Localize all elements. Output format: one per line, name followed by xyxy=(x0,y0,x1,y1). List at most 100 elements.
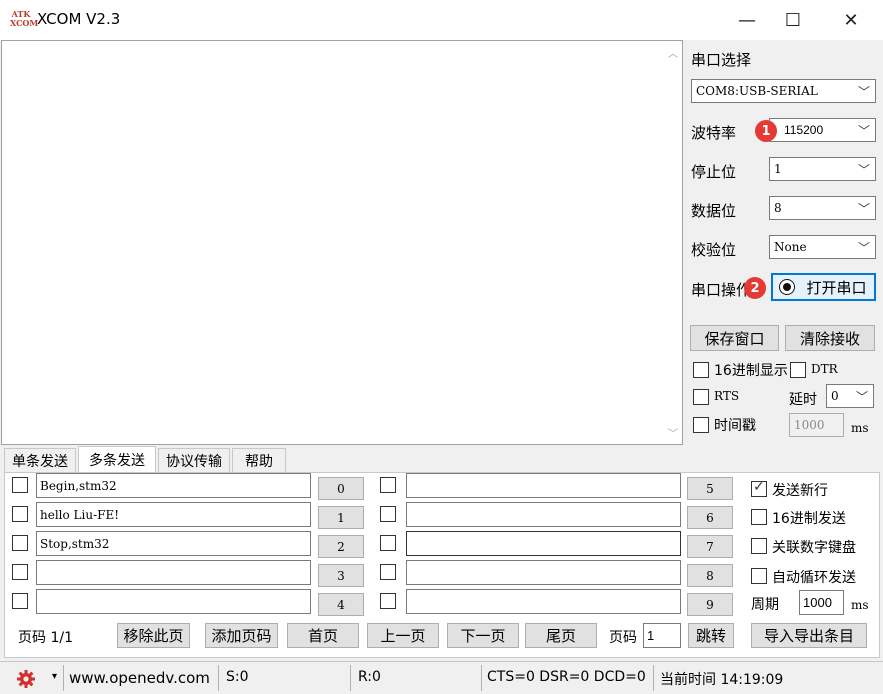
send-row-button[interactable]: 7 xyxy=(687,535,733,558)
save-window-button[interactable]: 保存窗口 xyxy=(690,325,779,351)
page-number-input[interactable]: 1 xyxy=(643,623,681,648)
scroll-up-icon[interactable]: ︿ xyxy=(668,45,678,60)
data-bits-select[interactable]: 8 ﹀ xyxy=(769,196,876,220)
send-row-checkbox[interactable] xyxy=(12,564,28,580)
settings-gear-icon[interactable] xyxy=(16,669,36,689)
send-row-checkbox[interactable] xyxy=(380,535,396,551)
send-row-button[interactable]: 2 xyxy=(318,535,364,558)
send-row-input[interactable] xyxy=(406,502,681,527)
send-row-checkbox[interactable] xyxy=(12,477,28,493)
send-row-button[interactable]: 9 xyxy=(687,593,733,616)
timestamp-checkbox[interactable] xyxy=(693,417,709,433)
tab-protocol[interactable]: 协议传输 xyxy=(158,448,230,472)
send-row-checkbox[interactable] xyxy=(380,564,396,580)
port-select-value: COM8:USB-SERIAL xyxy=(696,84,818,98)
website-link[interactable]: www.openedv.com xyxy=(69,669,210,687)
link-keyboard-checkbox[interactable] xyxy=(751,538,767,554)
jump-label: 跳转 xyxy=(695,627,726,645)
maximize-icon: ☐ xyxy=(784,9,802,31)
close-button[interactable]: ✕ xyxy=(828,0,874,40)
clear-receive-button[interactable]: 清除接收 xyxy=(785,325,875,351)
line-status: CTS=0 DSR=0 DCD=0 xyxy=(487,669,646,685)
send-row-checkbox[interactable] xyxy=(380,506,396,522)
page-number-label: 页码 xyxy=(609,630,637,646)
scroll-down-icon[interactable]: ﹀ xyxy=(668,425,678,440)
dtr-checkbox[interactable] xyxy=(790,362,806,378)
open-port-button[interactable]: 打开串口 xyxy=(771,273,876,301)
add-page-button[interactable]: 添加页码 xyxy=(205,623,278,648)
tab-single-send-label: 单条发送 xyxy=(12,453,68,470)
tab-protocol-label: 协议传输 xyxy=(166,453,222,470)
remove-page-button[interactable]: 移除此页 xyxy=(117,623,190,648)
status-separator xyxy=(218,665,219,691)
delay-label: 延时 xyxy=(789,392,817,408)
auto-loop-checkbox[interactable] xyxy=(751,568,767,584)
hex-display-label: 16进制显示 xyxy=(714,363,788,379)
first-page-button[interactable]: 首页 xyxy=(287,623,359,648)
hex-display-checkbox[interactable] xyxy=(693,362,709,378)
receive-scrollbar[interactable]: ︿ ﹀ xyxy=(665,41,682,444)
send-row-input[interactable] xyxy=(406,531,681,556)
period-value: 1000 xyxy=(803,595,832,610)
receive-textarea[interactable]: ︿ ﹀ xyxy=(1,40,683,445)
sent-count: S:0 xyxy=(226,669,249,685)
send-row-input[interactable] xyxy=(36,560,311,585)
chevron-down-icon: ﹀ xyxy=(857,202,870,216)
delay-select[interactable]: 0 ﹀ xyxy=(826,384,874,408)
parity-select[interactable]: None ﹀ xyxy=(769,235,876,259)
delay-value: 0 xyxy=(831,389,839,403)
stop-bits-select[interactable]: 1 ﹀ xyxy=(769,157,876,181)
annotation-badge-1: 1 xyxy=(755,120,777,142)
send-newline-label: 发送新行 xyxy=(772,483,828,499)
jump-button[interactable]: 跳转 xyxy=(688,623,734,648)
settings-dropdown-icon[interactable]: ▾ xyxy=(52,671,57,682)
tab-single-send[interactable]: 单条发送 xyxy=(4,448,76,472)
send-row-checkbox[interactable] xyxy=(380,593,396,609)
rts-label: RTS xyxy=(714,389,740,403)
maximize-button[interactable]: ☐ xyxy=(770,0,816,40)
send-row-button[interactable]: 8 xyxy=(687,564,733,587)
send-row-input[interactable] xyxy=(406,589,681,614)
send-row-button[interactable]: 0 xyxy=(318,477,364,500)
send-row-button[interactable]: 3 xyxy=(318,564,364,587)
prev-page-button[interactable]: 上一页 xyxy=(367,623,439,648)
port-select[interactable]: COM8:USB-SERIAL ﹀ xyxy=(691,79,876,103)
send-row-input[interactable]: hello Liu-FE! xyxy=(36,502,311,527)
rts-checkbox[interactable] xyxy=(693,389,709,405)
prev-page-label: 上一页 xyxy=(380,627,426,645)
send-row-input[interactable] xyxy=(406,473,681,498)
save-window-label: 保存窗口 xyxy=(704,329,765,348)
send-row-input[interactable] xyxy=(36,589,311,614)
tab-help[interactable]: 帮助 xyxy=(232,448,286,472)
chevron-down-icon: ﹀ xyxy=(857,85,870,99)
send-row-button[interactable]: 1 xyxy=(318,506,364,529)
send-row-checkbox[interactable] xyxy=(12,535,28,551)
send-row-checkbox[interactable] xyxy=(12,506,28,522)
send-row-input[interactable] xyxy=(406,560,681,585)
timestamp-ms-label: ms xyxy=(851,421,869,435)
send-row-button[interactable]: 6 xyxy=(687,506,733,529)
tab-multi-send[interactable]: 多条发送 xyxy=(78,446,156,472)
period-input[interactable]: 1000 xyxy=(799,590,844,615)
next-page-button[interactable]: 下一页 xyxy=(447,623,519,648)
send-row-button[interactable]: 5 xyxy=(687,477,733,500)
tab-help-label: 帮助 xyxy=(245,453,273,470)
send-row-input[interactable]: Begin,stm32 xyxy=(36,473,311,498)
period-label: 周期 xyxy=(751,597,779,613)
send-row-checkbox[interactable] xyxy=(12,593,28,609)
hex-send-checkbox[interactable] xyxy=(751,509,767,525)
send-row-checkbox[interactable] xyxy=(380,477,396,493)
auto-loop-label: 自动循环发送 xyxy=(772,570,856,586)
send-row-button[interactable]: 4 xyxy=(318,593,364,616)
data-bits-label: 数据位 xyxy=(691,202,737,220)
clear-receive-label: 清除接收 xyxy=(799,329,860,348)
send-newline-checkbox[interactable] xyxy=(751,479,767,497)
stop-bits-label: 停止位 xyxy=(691,163,737,181)
next-page-label: 下一页 xyxy=(460,627,506,645)
send-row-input[interactable]: Stop,stm32 xyxy=(36,531,311,556)
baud-select[interactable]: 115200 ﹀ xyxy=(769,118,876,142)
last-page-button[interactable]: 尾页 xyxy=(525,623,597,648)
import-export-button[interactable]: 导入导出条目 xyxy=(751,623,867,648)
timestamp-interval-input[interactable]: 1000 xyxy=(789,413,844,437)
minimize-button[interactable]: — xyxy=(724,0,770,40)
